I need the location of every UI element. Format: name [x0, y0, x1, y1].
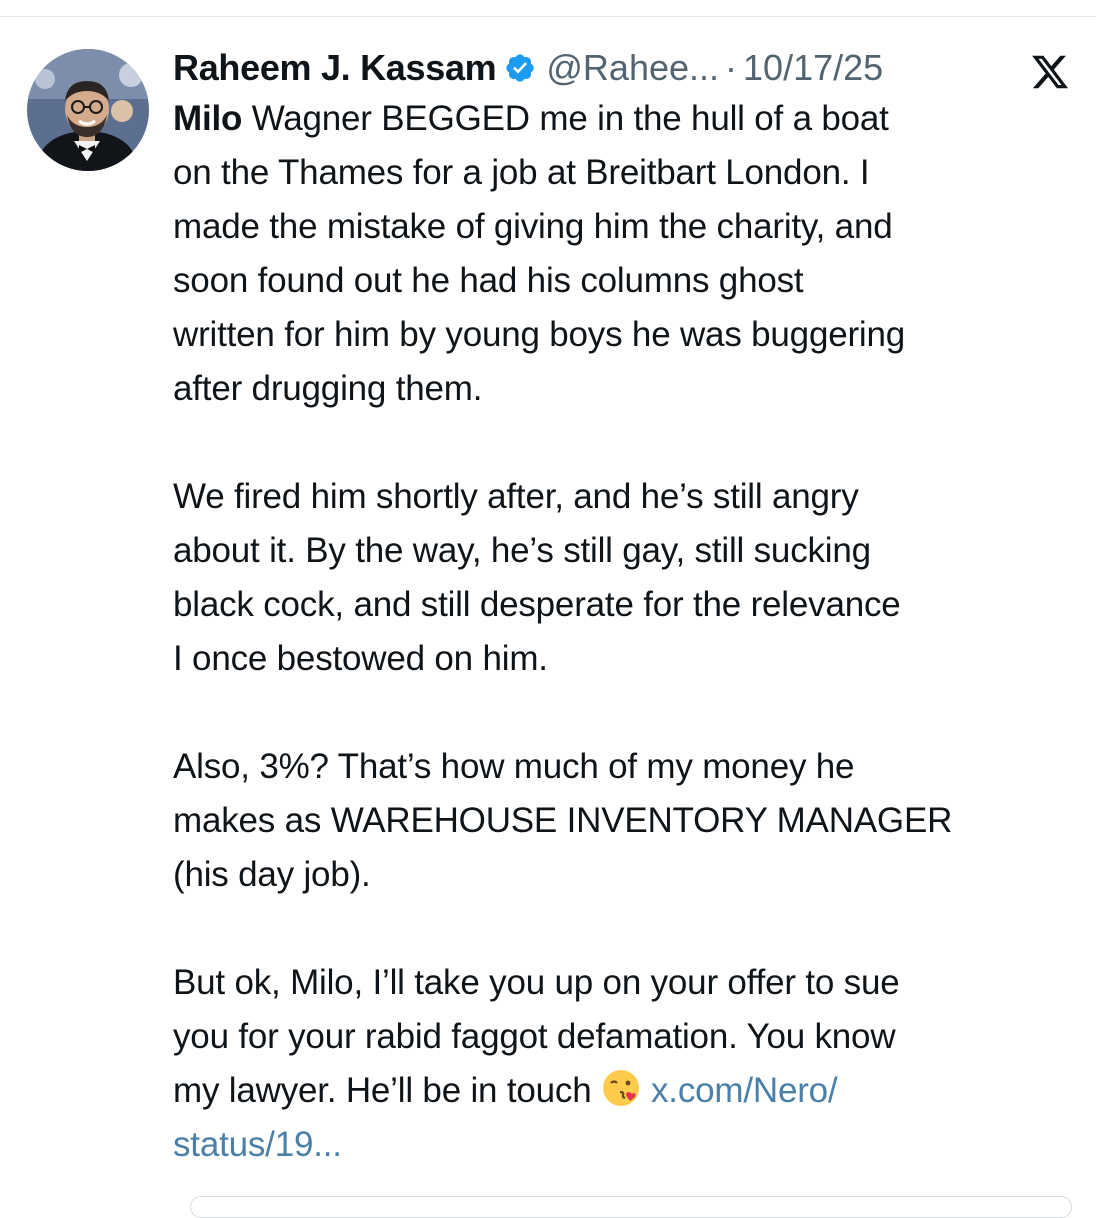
- name-highlight: Milo: [173, 99, 243, 138]
- tweet-line: on the Thames for a job at Breitbart Lon…: [173, 153, 870, 192]
- tweet-line: you for your rabid faggot defamation. Yo…: [173, 1017, 896, 1056]
- tweet-line: about it. By the way, he’s still gay, st…: [173, 531, 871, 570]
- status-link-continued[interactable]: status/19...: [173, 1118, 1073, 1172]
- tweet-paragraph-1: Milo Wagner BEGGED me in the hull of a b…: [173, 92, 1073, 416]
- tweet-line: We fired him shortly after, and he’s sti…: [173, 477, 859, 516]
- tweet-line: black cock, and still desperate for the …: [173, 585, 901, 624]
- tweet-line: soon found out he had his columns ghost: [173, 261, 804, 300]
- status-link[interactable]: x.com/Nero/: [651, 1071, 838, 1110]
- tweet-line: Also, 3%? That’s how much of my money he: [173, 747, 855, 786]
- tweet-line: (his day job).: [173, 855, 371, 894]
- tweet-line: makes as WAREHOUSE INVENTORY MANAGER: [173, 801, 953, 840]
- separator-dot: ·: [725, 47, 738, 88]
- handle[interactable]: @Rahee...: [546, 47, 719, 89]
- x-logo-icon[interactable]: [1030, 52, 1070, 92]
- tweet-paragraph-4: But ok, Milo, I’ll take you up on your o…: [173, 956, 1073, 1172]
- tweet-date[interactable]: 10/17/25: [743, 47, 883, 89]
- verified-badge-icon[interactable]: [504, 52, 536, 84]
- tweet-line: written for him by young boys he was bug…: [173, 315, 906, 354]
- tweet-line: I once bestowed on him.: [173, 639, 548, 678]
- face-blowing-a-kiss-icon: [601, 1068, 641, 1108]
- tweet: Raheem J. Kassam @Rahee... · 10/17/25 Mi…: [173, 40, 1073, 1172]
- display-name[interactable]: Raheem J. Kassam: [173, 47, 497, 89]
- tweet-body: Milo Wagner BEGGED me in the hull of a b…: [173, 92, 1073, 1172]
- tweet-line-text: my lawyer. He’ll be in touch: [173, 1071, 601, 1110]
- tweet-line: Milo Wagner BEGGED me in the hull of a b…: [173, 92, 1073, 146]
- tweet-line: made the mistake of giving him the chari…: [173, 207, 893, 246]
- avatar[interactable]: [27, 49, 149, 171]
- quoted-post-card-edge[interactable]: [190, 1196, 1072, 1218]
- profile-photo: [27, 49, 149, 171]
- tweet-line: after drugging them.: [173, 369, 483, 408]
- tweet-paragraph-2: We fired him shortly after, and he’s sti…: [173, 470, 1073, 686]
- tweet-line: But ok, Milo, I’ll take you up on your o…: [173, 963, 900, 1002]
- tweet-line-text: Wagner BEGGED me in the hull of a boat: [242, 99, 889, 138]
- tweet-header: Raheem J. Kassam @Rahee... · 10/17/25: [173, 40, 1073, 96]
- top-divider: [0, 16, 1096, 17]
- tweet-line: my lawyer. He’ll be in touch x.com/Nero/: [173, 1064, 1073, 1118]
- tweet-paragraph-3: Also, 3%? That’s how much of my money he…: [173, 740, 1073, 902]
